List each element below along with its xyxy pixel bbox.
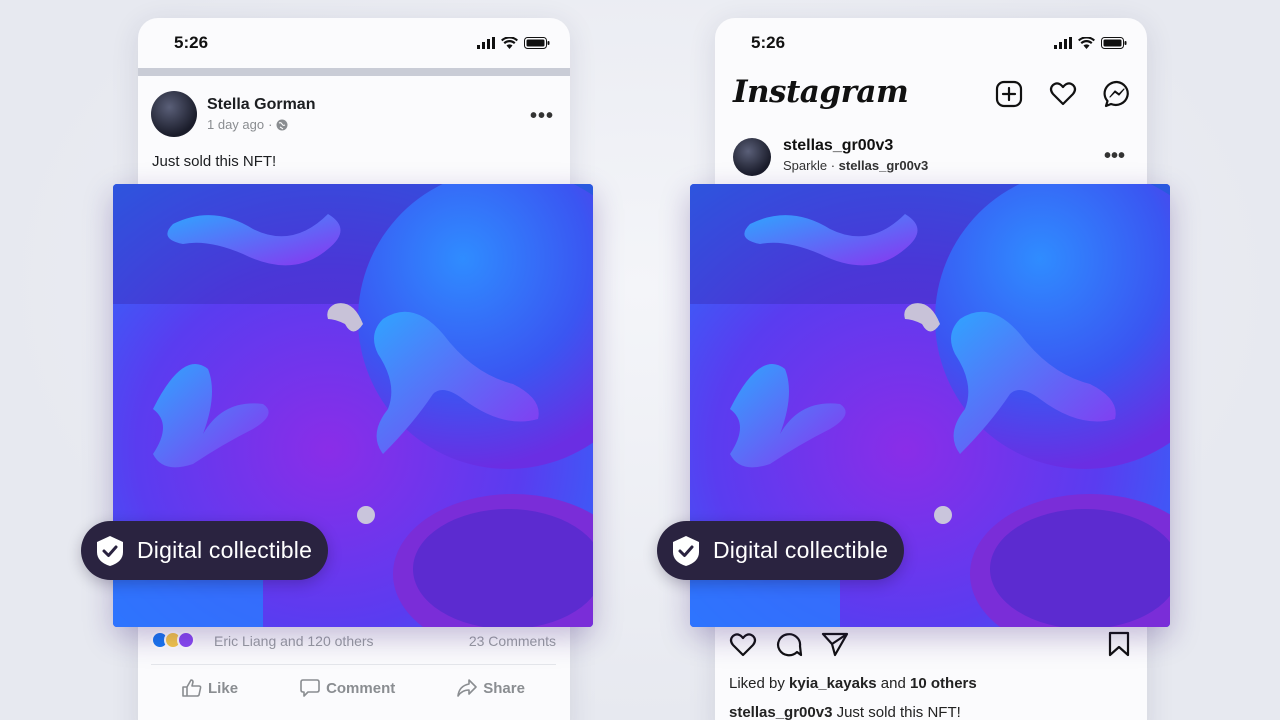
reaction-icons[interactable] [151,631,195,649]
heart-icon[interactable] [729,631,757,657]
avatar[interactable] [733,138,771,176]
caption-user[interactable]: stellas_gr00v3 [729,704,832,720]
like-label: Like [208,679,239,697]
like-icon [182,679,202,697]
messenger-icon[interactable] [1103,80,1131,108]
comments-count[interactable]: 23 Comments [469,633,556,649]
care-reaction-icon [177,631,195,649]
digital-collectible-badge[interactable]: Digital collectible [657,521,905,580]
post-actions: Like Comment Share [151,676,556,700]
more-icon[interactable]: ••• [530,105,554,128]
instagram-logo[interactable]: Instagram [733,74,909,110]
digital-collectible-badge[interactable]: Digital collectible [81,521,329,580]
battery-icon [524,37,550,49]
share-icon [457,679,478,697]
send-icon[interactable] [821,631,849,657]
shield-check-icon [673,535,699,566]
comment-icon [300,679,320,697]
status-time: 5:26 [751,33,786,52]
caption-text: Just sold this NFT! [832,704,961,720]
post-subtitle: Sparkle · stellas_gr00v3 [783,158,928,173]
sub-separator: · [827,158,839,173]
bookmark-icon[interactable] [1107,631,1131,657]
meta-separator: · [268,117,273,132]
actions-divider [151,664,556,665]
share-label: Share [483,679,525,697]
wifi-icon [1078,37,1095,49]
post-caption: stellas_gr00v3 Just sold this NFT! [729,704,961,720]
comment-icon[interactable] [775,631,803,657]
liked-count[interactable]: 10 others [910,675,977,692]
post-caption: Just sold this NFT! [152,153,277,170]
signal-icon [1054,37,1072,49]
avatar[interactable] [151,91,197,137]
liked-user[interactable]: kyia_kayaks [789,675,877,692]
sub-app[interactable]: Sparkle [783,158,827,173]
globe-icon [276,119,288,130]
status-bar: 5:26 [715,18,1147,68]
sub-user[interactable]: stellas_gr00v3 [839,158,929,173]
badge-label: Digital collectible [137,537,313,563]
header-actions [995,80,1131,108]
post-actions [729,631,1131,659]
shield-check-icon [97,535,123,566]
reactions-bar: Eric Liang and 120 others 23 Comments [151,630,556,652]
time-ago: 1 day ago [207,117,265,132]
wifi-icon [501,37,518,49]
like-button[interactable]: Like [182,676,238,700]
liked-middle: and [876,675,911,692]
badge-label: Digital collectible [713,537,889,563]
status-bar: 5:26 [138,18,570,68]
liked-by-text[interactable]: Liked by kyia_kayaks and 10 others [729,675,977,692]
signal-icon [477,37,495,49]
likes-text[interactable]: Eric Liang and 120 others [214,633,374,649]
status-time: 5:26 [174,33,209,52]
author-name[interactable]: Stella Gorman [207,96,315,114]
heart-icon[interactable] [1049,80,1077,108]
post-username[interactable]: stellas_gr00v3 [783,137,893,155]
post-meta: 1 day ago · [207,117,288,132]
comment-label: Comment [326,679,396,697]
share-button[interactable]: Share [457,676,525,700]
more-icon[interactable]: ••• [1104,145,1125,168]
add-post-icon[interactable] [995,80,1023,108]
liked-prefix: Liked by [729,675,790,692]
comment-button[interactable]: Comment [300,676,395,700]
battery-icon [1101,37,1127,49]
feed-divider [138,68,570,76]
